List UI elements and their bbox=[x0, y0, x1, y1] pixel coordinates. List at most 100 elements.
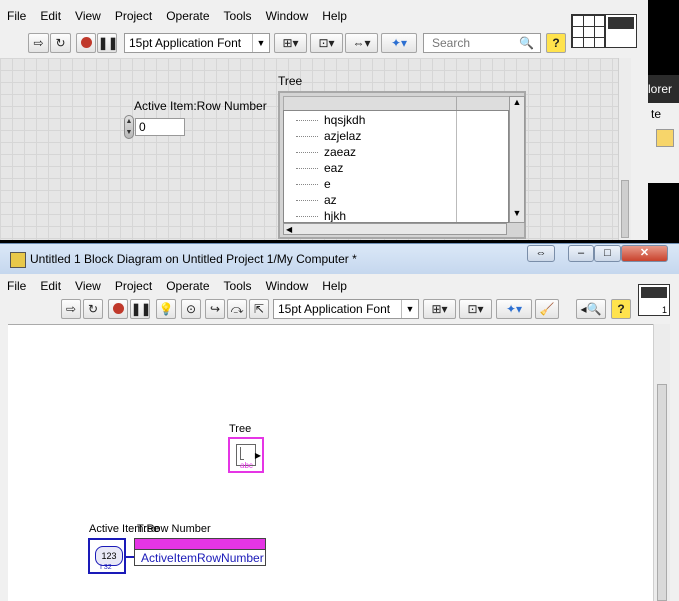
chevron-down-icon: ▼ bbox=[252, 34, 269, 52]
tree-item[interactable]: hjkh bbox=[324, 208, 346, 222]
numeric-terminal[interactable]: 123 I 32 bbox=[88, 538, 126, 574]
step-over-icon[interactable]: ⤼ bbox=[227, 299, 247, 319]
menu-file[interactable]: File bbox=[0, 6, 33, 26]
tree-scrollbar[interactable]: ▲ ▼ bbox=[509, 96, 525, 223]
tree-terminal[interactable]: abc ▶ bbox=[228, 437, 264, 473]
numeric-control-icon: 123 bbox=[95, 546, 123, 566]
pause-button[interactable]: ❚❚ bbox=[97, 33, 118, 53]
menu-view[interactable]: View bbox=[68, 276, 108, 296]
close-button[interactable]: ✕ bbox=[621, 245, 668, 262]
tree-item[interactable]: e bbox=[324, 176, 331, 192]
menu-tools[interactable]: Tools bbox=[217, 6, 259, 26]
block-diagram-window: Untitled 1 Block Diagram on Untitled Pro… bbox=[0, 243, 679, 601]
tree-item[interactable]: azjelaz bbox=[324, 128, 361, 144]
tree-item[interactable]: eaz bbox=[324, 160, 343, 176]
run-arrow-icon[interactable]: ⇨ bbox=[28, 33, 49, 53]
property-node[interactable]: Tree ActiveItemRowNumber bbox=[134, 523, 266, 566]
run-arrow-icon[interactable]: ⇨ bbox=[61, 299, 81, 319]
numeric-control[interactable]: 0 bbox=[135, 118, 185, 136]
distribute-objects-icon[interactable]: ⊡▾ bbox=[459, 299, 492, 319]
clean-up-diagram-icon[interactable]: 🧹 bbox=[535, 299, 559, 319]
tree-hscrollbar[interactable]: ◀ bbox=[283, 223, 507, 235]
restore-pane-icon[interactable]: ⇔ bbox=[527, 245, 555, 262]
align-objects-icon[interactable]: ⊞▾ bbox=[274, 33, 307, 53]
scroll-up-icon[interactable]: ▲ bbox=[510, 97, 524, 111]
resize-objects-icon[interactable]: ⇔▾ bbox=[345, 33, 378, 53]
property-node-item[interactable]: ActiveItemRowNumber bbox=[135, 549, 265, 565]
menu-edit[interactable]: Edit bbox=[33, 276, 68, 296]
background-text: te bbox=[651, 107, 662, 121]
tree-label: Tree bbox=[278, 74, 303, 88]
menu-help[interactable]: Help bbox=[315, 6, 354, 26]
scrollbar-thumb[interactable] bbox=[657, 384, 667, 601]
menu-operate[interactable]: Operate bbox=[159, 6, 216, 26]
numeric-value: 0 bbox=[139, 120, 146, 134]
terminal-arrow-icon: ▶ bbox=[254, 451, 261, 460]
window-title: Untitled 1 Block Diagram on Untitled Pro… bbox=[30, 252, 357, 266]
background-window-strip: lorer te bbox=[648, 0, 679, 240]
maximize-button[interactable]: □ bbox=[594, 245, 621, 262]
background-tab[interactable]: lorer bbox=[648, 75, 679, 103]
menu-help[interactable]: Help bbox=[315, 276, 354, 296]
tree-header-col2[interactable] bbox=[456, 96, 510, 111]
menu-window[interactable]: Window bbox=[259, 6, 316, 26]
connector-pane-icon[interactable] bbox=[571, 14, 605, 48]
step-out-icon[interactable]: ⇱ bbox=[249, 299, 269, 319]
menu-project[interactable]: Project bbox=[108, 276, 159, 296]
menu-operate[interactable]: Operate bbox=[159, 276, 216, 296]
menu-project[interactable]: Project bbox=[108, 6, 159, 26]
font-ring[interactable]: 15pt Application Font ▼ bbox=[124, 33, 270, 53]
reorder-icon[interactable]: ✦▾ bbox=[496, 299, 532, 319]
stop-icon bbox=[112, 303, 124, 314]
font-ring-label: 15pt Application Font bbox=[129, 36, 242, 50]
abort-button[interactable] bbox=[76, 33, 96, 53]
front-panel-window: File Edit View Project Operate Tools Window Hel… bbox=[0, 0, 648, 240]
titlebar[interactable]: Untitled 1 Block Diagram on Untitled Pro… bbox=[0, 244, 679, 274]
scrollbar-thumb[interactable] bbox=[621, 180, 629, 238]
run-continuously-icon[interactable]: ↻ bbox=[83, 299, 103, 319]
increment-decrement-buttons[interactable]: ▲ ▼ bbox=[124, 115, 134, 139]
menu-file[interactable]: File bbox=[0, 276, 33, 296]
tree-header[interactable] bbox=[283, 96, 457, 111]
pause-button[interactable]: ❚❚ bbox=[130, 299, 151, 319]
vertical-scrollbar[interactable] bbox=[653, 324, 670, 601]
tree-item[interactable]: az bbox=[324, 192, 337, 208]
tree-control[interactable]: hqsjkdh azjelaz zaeaz eaz e az hjkh ▲ ▼ … bbox=[278, 91, 526, 239]
tree-item[interactable]: hqsjkdh bbox=[324, 112, 365, 128]
stop-icon bbox=[80, 37, 92, 48]
background-icon bbox=[656, 129, 674, 147]
vertical-scrollbar[interactable] bbox=[618, 58, 631, 240]
minimize-button[interactable]: – bbox=[568, 245, 594, 262]
run-continuously-icon[interactable]: ↻ bbox=[50, 33, 71, 53]
menu-window[interactable]: Window bbox=[259, 276, 316, 296]
search-icon[interactable]: ◂🔍 bbox=[576, 299, 606, 319]
front-panel-menubar: File Edit View Project Operate Tools Window Hel… bbox=[0, 6, 354, 26]
vi-icon[interactable]: 1 bbox=[638, 284, 670, 316]
highlight-execution-icon[interactable]: 💡 bbox=[156, 299, 176, 319]
search-icon: 🔍 bbox=[519, 36, 534, 50]
reorder-icon[interactable]: ✦▾ bbox=[381, 33, 417, 53]
menu-edit[interactable]: Edit bbox=[33, 6, 68, 26]
search-input[interactable]: Search 🔍 bbox=[423, 33, 541, 53]
app-icon bbox=[10, 252, 26, 268]
chevron-down-icon: ▼ bbox=[401, 300, 418, 318]
menu-view[interactable]: View bbox=[68, 6, 108, 26]
tree-item[interactable]: zaeaz bbox=[324, 144, 356, 160]
search-placeholder: Search bbox=[432, 36, 471, 50]
background-panel: te bbox=[648, 103, 679, 183]
step-into-icon[interactable]: ↪ bbox=[205, 299, 225, 319]
abort-button[interactable] bbox=[108, 299, 128, 319]
menu-tools[interactable]: Tools bbox=[217, 276, 259, 296]
align-objects-icon[interactable]: ⊞▾ bbox=[423, 299, 456, 319]
tree-terminal-type: abc bbox=[240, 461, 253, 470]
icon-pane-number: 1 bbox=[661, 305, 667, 315]
context-help-button[interactable]: ? bbox=[611, 299, 631, 319]
font-ring[interactable]: 15pt Application Font ▼ bbox=[273, 299, 419, 319]
context-help-button[interactable]: ? bbox=[546, 33, 566, 53]
scroll-down-icon[interactable]: ▼ bbox=[510, 208, 524, 222]
retain-wire-values-icon[interactable]: ⊙ bbox=[181, 299, 201, 319]
vi-icon[interactable] bbox=[605, 14, 637, 48]
property-node-title: Tree bbox=[137, 523, 160, 535]
tree-list[interactable]: hqsjkdh azjelaz zaeaz eaz e az hjkh bbox=[283, 110, 509, 223]
distribute-objects-icon[interactable]: ⊡▾ bbox=[310, 33, 343, 53]
